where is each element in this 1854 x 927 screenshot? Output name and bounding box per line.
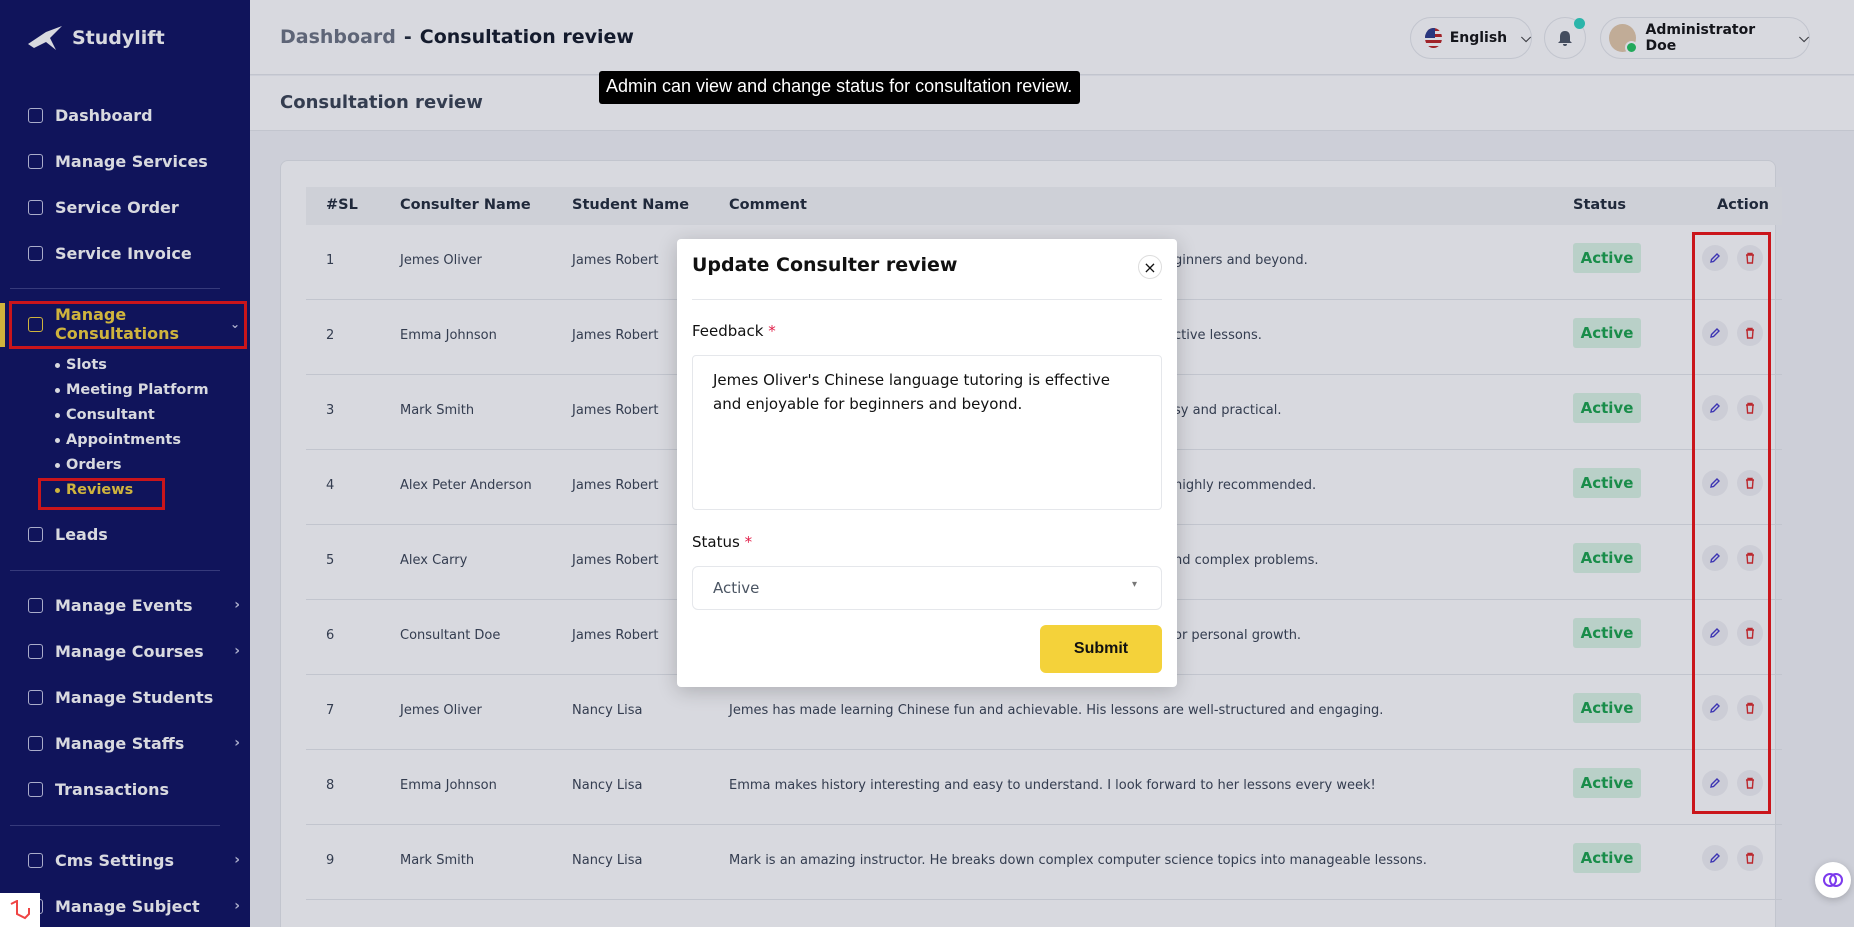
required-mark: * xyxy=(744,533,753,551)
brain-icon xyxy=(1823,873,1843,887)
required-mark: * xyxy=(768,322,776,340)
caret-down-icon: ▾ xyxy=(1131,579,1137,590)
status-label-text: Status xyxy=(692,533,740,551)
submit-button[interactable]: Submit xyxy=(1040,625,1162,673)
status-select-value: Active xyxy=(713,579,760,597)
assistant-widget-button[interactable] xyxy=(1815,862,1851,898)
laravel-logo xyxy=(0,893,40,927)
feedback-label-text: Feedback xyxy=(692,322,764,340)
status-label: Status * xyxy=(692,533,752,551)
modal-divider xyxy=(692,299,1162,300)
feedback-textarea[interactable]: Jemes Oliver's Chinese language tutoring… xyxy=(692,355,1162,510)
update-review-modal: Update Consulter review × Feedback * Jem… xyxy=(677,239,1177,687)
status-select[interactable]: Active ▾ xyxy=(692,566,1162,610)
close-icon[interactable]: × xyxy=(1138,255,1162,279)
laravel-icon xyxy=(10,900,30,920)
feedback-label: Feedback * xyxy=(692,322,776,340)
annotation-tooltip: Admin can view and change status for con… xyxy=(599,71,1081,104)
modal-title: Update Consulter review xyxy=(692,254,958,276)
